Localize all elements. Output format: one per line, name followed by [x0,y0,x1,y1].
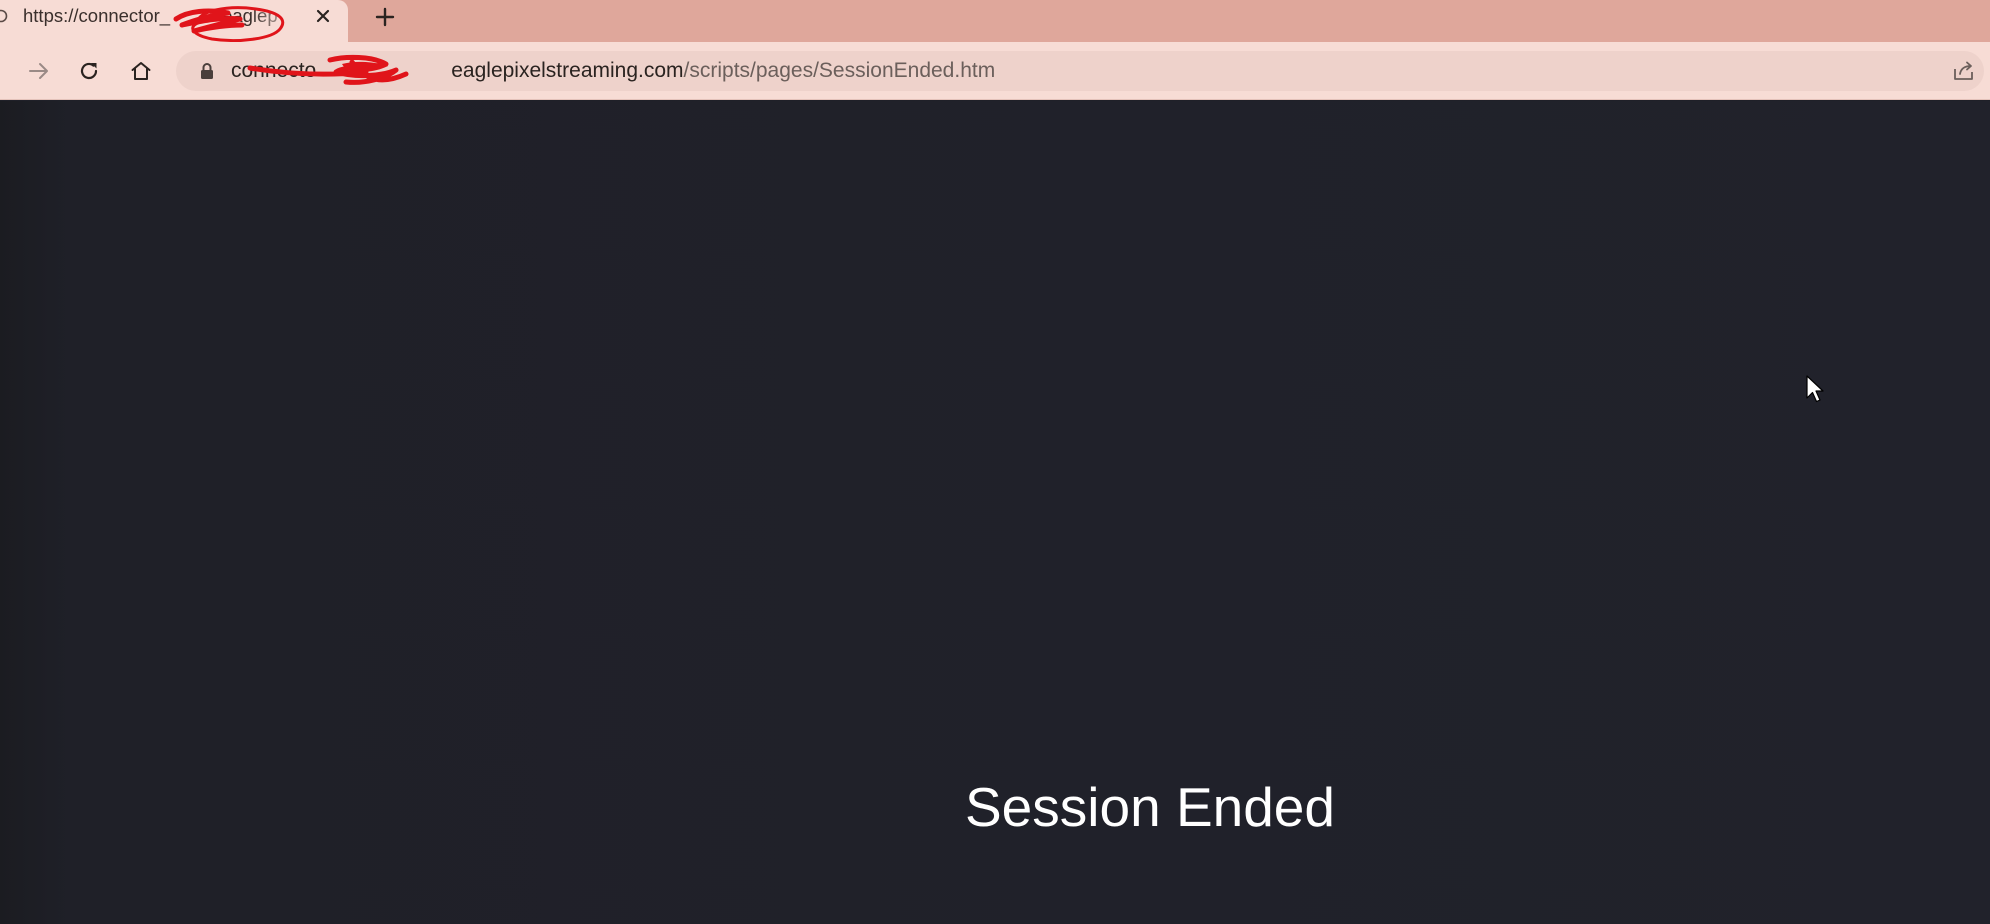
address-bar[interactable]: connecto eaglepixelstreaming.com/scripts/… [176,51,1984,91]
session-ended-message: Session Ended [965,776,1335,838]
home-icon [131,62,151,80]
tab-title: https://connector_ eaglep [23,5,278,26]
plus-icon [375,7,395,27]
tab-active[interactable]: https://connector_ eaglep [0,0,348,42]
reload-button[interactable] [74,56,104,86]
new-tab-button[interactable] [372,4,398,30]
forward-button[interactable] [24,56,54,86]
arrow-right-icon [29,63,48,79]
globe-icon [0,9,8,23]
share-icon[interactable] [1952,60,1976,82]
tab-close-button[interactable] [312,5,334,27]
browser-toolbar: connecto eaglepixelstreaming.com/scripts/… [0,42,1990,100]
close-icon [316,9,330,23]
lock-icon[interactable] [198,62,216,80]
reload-icon [80,62,98,80]
url-path: /scripts/pages/SessionEnded.htm [683,59,996,82]
url-host-start: connecto [231,59,317,82]
tab-strip: https://connector_ eaglep [0,0,1990,43]
home-button[interactable] [126,56,156,86]
page-viewport: Session Ended [0,101,1990,924]
url-text[interactable]: connecto eaglepixelstreaming.com/scripts/… [231,59,995,83]
url-host-end: eaglepixelstreaming.com [451,59,684,82]
mouse-cursor-icon [1806,375,1824,403]
